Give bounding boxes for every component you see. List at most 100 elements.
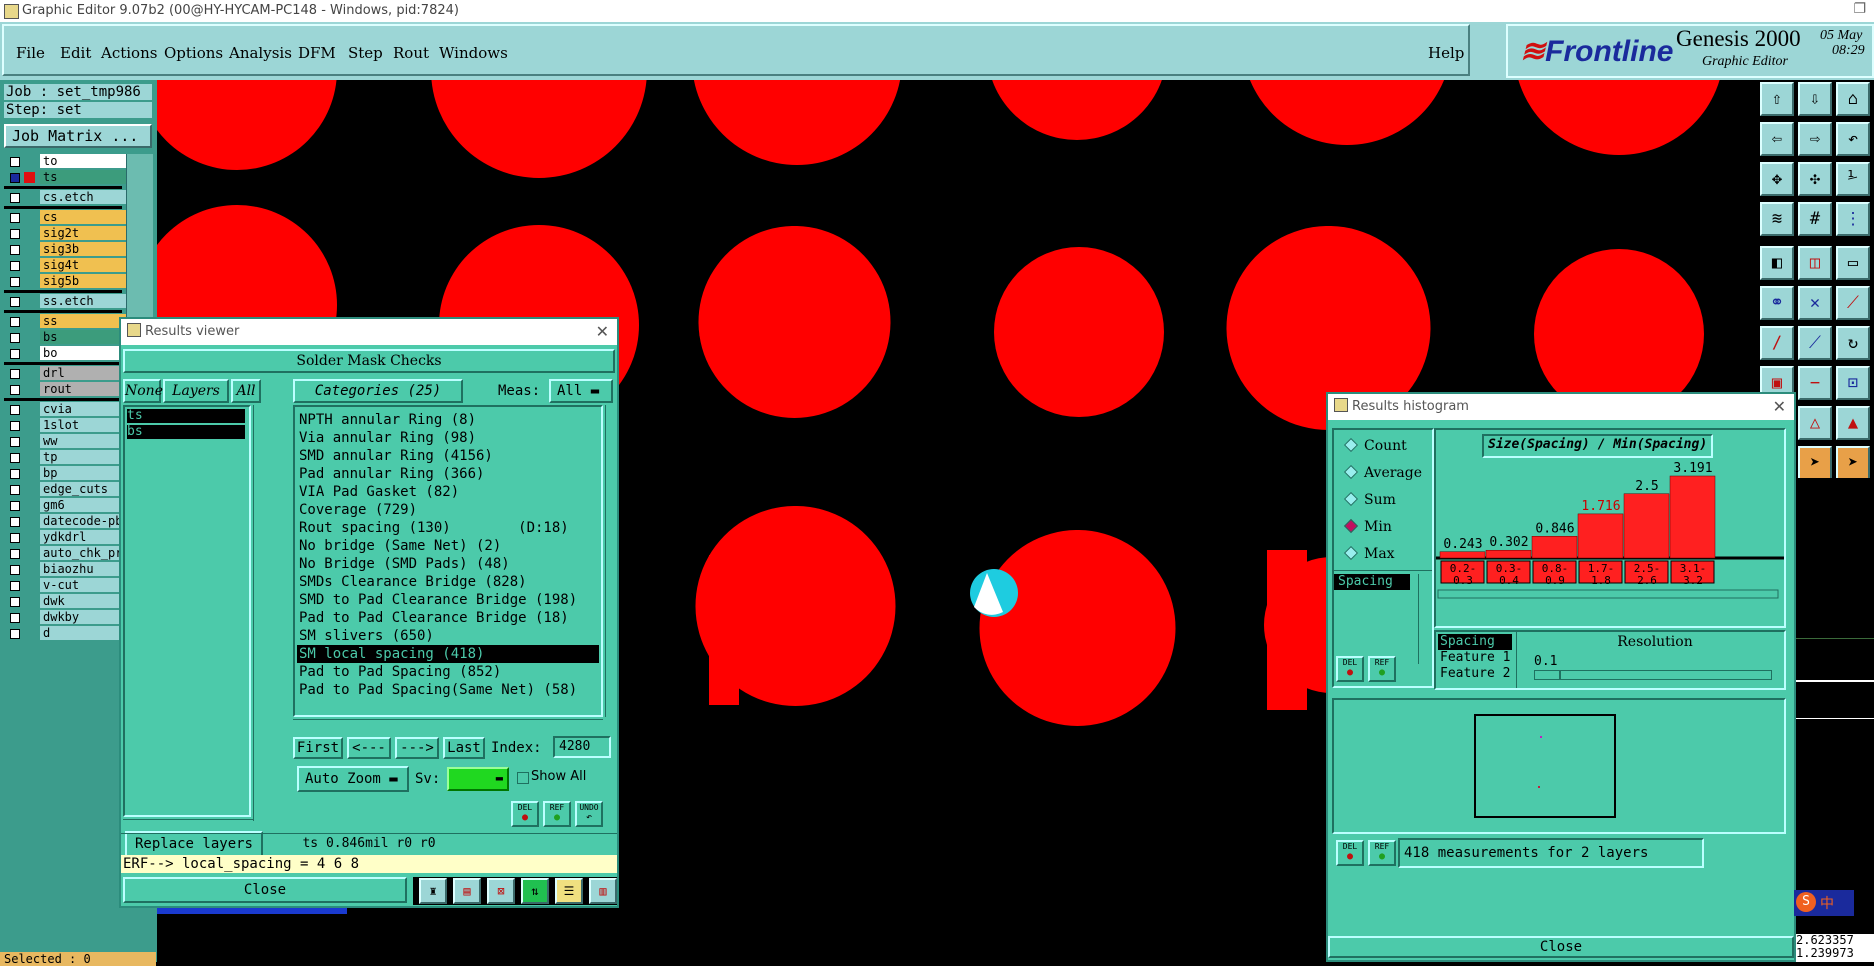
layer-row[interactable]: ss [4, 314, 126, 329]
layer-row[interactable]: bs [4, 330, 126, 345]
menu-edit[interactable]: Edit [60, 44, 91, 62]
layer-name[interactable]: ss.etch [40, 294, 126, 308]
layer-row[interactable]: cvia [4, 402, 126, 417]
layer-checkbox[interactable] [10, 565, 20, 575]
copy-icon[interactable]: ◫ [1798, 246, 1832, 280]
clear-icon[interactable]: ⊠ [487, 878, 515, 904]
report-icon[interactable]: ▤ [453, 878, 481, 904]
measure-list[interactable]: Spacing Feature 1 Feature 2 [1438, 634, 1512, 686]
select-icon[interactable]: ◧ [1760, 246, 1794, 280]
pen-icon[interactable]: ⟋ [1798, 326, 1832, 360]
category-item[interactable]: SMDs Clearance Bridge (828) [297, 573, 599, 591]
mode-sum[interactable]: Sum [1343, 491, 1396, 508]
layer-row[interactable]: drl [4, 366, 126, 381]
layer-checkbox[interactable] [10, 349, 20, 359]
solder-mask-checks-header[interactable]: Solder Mask Checks [123, 349, 615, 373]
layer-checkbox[interactable] [10, 469, 20, 479]
draw-icon[interactable]: ∕ [1760, 326, 1794, 360]
layer-name[interactable]: ww [40, 434, 126, 448]
undo-view-icon[interactable]: ↶ [1836, 122, 1870, 156]
mode-list-scrollbar[interactable] [1418, 574, 1431, 664]
result-layer-ts[interactable]: ts [127, 409, 245, 423]
resolution-slider-thumb[interactable] [1541, 671, 1561, 679]
index-input[interactable]: 4280 [553, 736, 611, 758]
measure-list-scrollbar[interactable] [1516, 632, 1527, 688]
undo-button[interactable]: UNDO ↶ [575, 801, 603, 827]
minus-icon[interactable]: − [1798, 366, 1832, 400]
layer-row[interactable]: cs [4, 210, 126, 225]
zoom-home-icon[interactable]: ✣ [1798, 162, 1832, 196]
category-item[interactable]: Pad annular Ring (366) [297, 465, 599, 483]
export-icon[interactable]: ⇅ [521, 878, 549, 904]
layer-checkbox[interactable] [10, 421, 20, 431]
histogram-bar[interactable] [1669, 475, 1716, 559]
layer-checkbox[interactable] [10, 261, 20, 271]
layer-row[interactable]: ts [4, 170, 126, 185]
del-button[interactable]: DEL ● [511, 801, 539, 827]
auto-zoom-select[interactable]: Auto Zoom ▬ [297, 766, 409, 792]
menu-analysis[interactable]: Analysis [229, 44, 292, 62]
layer-name[interactable]: cs.etch [40, 190, 126, 204]
categories-list[interactable]: NPTH annular Ring (8) Via annular Ring (9… [293, 405, 603, 717]
layer-name[interactable]: to [40, 154, 126, 168]
layer-name[interactable]: edge_cuts [40, 482, 126, 496]
restore-icon[interactable]: ❐ [1853, 1, 1866, 17]
pan-left-icon[interactable]: ⇦ [1760, 122, 1794, 156]
close-button[interactable]: Close [123, 877, 407, 903]
arc-icon[interactable]: ↻ [1836, 326, 1870, 360]
layer-row[interactable]: bo [4, 346, 126, 361]
first-button[interactable]: First [293, 737, 343, 759]
layer-checkbox[interactable] [10, 277, 20, 287]
layer-row[interactable]: d [4, 626, 126, 641]
triangle-icon[interactable]: △ [1798, 406, 1832, 440]
layer-row[interactable]: biaozhu [4, 562, 126, 577]
summary-ref-button[interactable]: REF ● [1368, 840, 1396, 866]
close-icon[interactable]: ✕ [1773, 394, 1786, 420]
last-button[interactable]: Last [443, 737, 485, 759]
summary-del-button[interactable]: DEL ● [1336, 840, 1364, 866]
meas-select[interactable]: All ▬ [549, 379, 613, 403]
hist-ref-button[interactable]: REF ● [1368, 656, 1396, 682]
layer-name[interactable]: datecode-pb [40, 514, 126, 528]
scale-icon[interactable]: ⅟ [1836, 162, 1870, 196]
layer-row[interactable]: to [4, 154, 126, 169]
layer-row[interactable]: 1slot [4, 418, 126, 433]
layer-row[interactable]: datecode-pb [4, 514, 126, 529]
layer-checkbox[interactable] [10, 157, 20, 167]
mode-average[interactable]: Average [1343, 464, 1422, 481]
zoom-up-icon[interactable]: ⇧ [1760, 82, 1794, 116]
layer-checkbox[interactable] [10, 613, 20, 623]
category-item[interactable]: Pad to Pad Spacing (852) [297, 663, 599, 681]
layer-name[interactable]: v-cut [40, 578, 126, 592]
layer-row[interactable]: cs.etch [4, 190, 126, 205]
histogram-bar[interactable] [1485, 549, 1532, 559]
layer-name[interactable]: ts [40, 170, 126, 184]
zoom-down-icon[interactable]: ⇩ [1798, 82, 1832, 116]
layer-checkbox[interactable] [10, 485, 20, 495]
layer-checkbox[interactable] [10, 213, 20, 223]
layer-checkbox[interactable] [10, 437, 20, 447]
layer-checkbox[interactable] [10, 369, 20, 379]
layer-row[interactable]: sig4t [4, 258, 126, 273]
layer-row[interactable]: ss.etch [4, 294, 126, 309]
layers-icon[interactable]: ≋ [1760, 202, 1794, 236]
measure-spacing[interactable]: Spacing [1438, 634, 1512, 650]
layer-name[interactable]: biaozhu [40, 562, 126, 576]
histogram-bar[interactable] [1577, 513, 1624, 559]
prev-button[interactable]: <--- [347, 737, 391, 759]
layer-checkbox[interactable] [10, 229, 20, 239]
menu-options[interactable]: Options [164, 44, 223, 62]
layer-checkbox[interactable] [10, 629, 20, 639]
pointer-icon[interactable]: ➤ [1798, 446, 1832, 480]
layer-name[interactable]: bo [40, 346, 126, 360]
layer-row[interactable]: tp [4, 450, 126, 465]
cross-icon[interactable]: ✕ [1798, 286, 1832, 320]
ime-toolbar[interactable]: S 中 [1794, 890, 1854, 916]
ime-s-icon[interactable]: S [1796, 892, 1816, 912]
layer-checkbox[interactable] [10, 517, 20, 527]
layer-checkbox[interactable] [10, 297, 20, 307]
layer-name[interactable]: ydkdrl [40, 530, 126, 544]
triangle-fill-icon[interactable]: ▲ [1836, 406, 1870, 440]
layer-name[interactable]: rout [40, 382, 126, 396]
histogram-bar[interactable] [1531, 536, 1578, 559]
